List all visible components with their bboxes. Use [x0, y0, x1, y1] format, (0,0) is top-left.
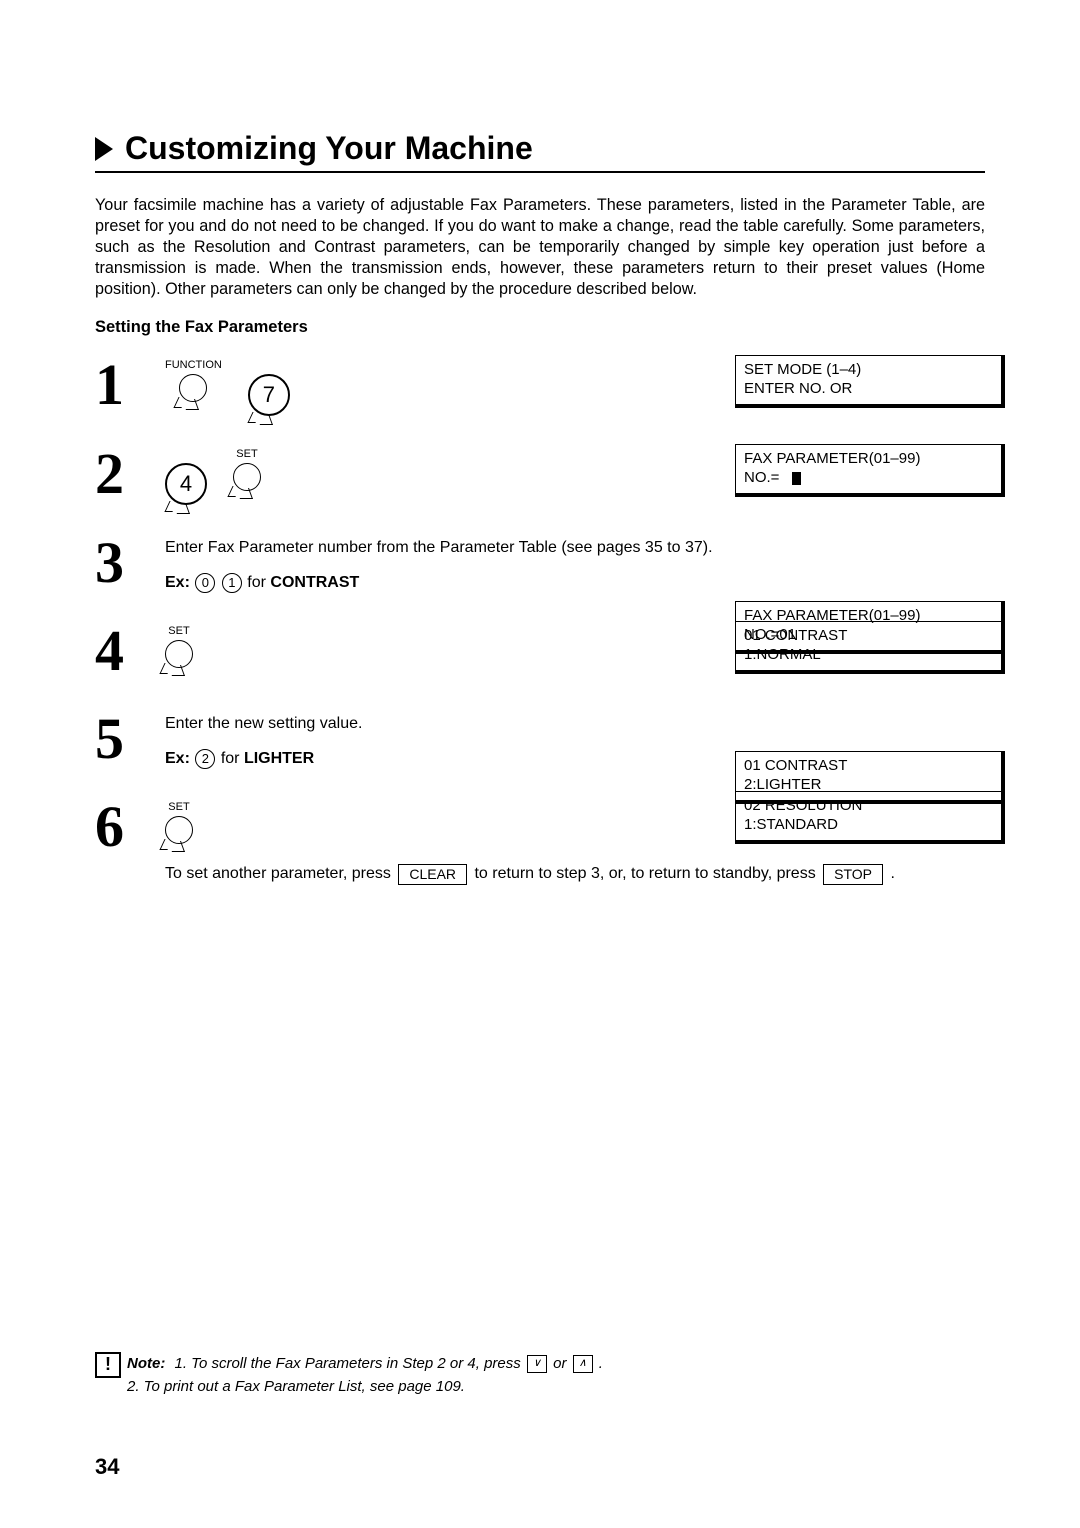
step5-text: Enter the new setting value. — [165, 713, 985, 735]
key-4-button[interactable]: 4 — [165, 448, 207, 505]
lcd2-line1: FAX PARAMETER(01–99) — [744, 450, 920, 467]
step-number: 6 — [95, 797, 165, 886]
set-label: SET — [168, 625, 189, 637]
ex-for: for — [221, 750, 244, 767]
lcd4-line1: 01 CONTRAST — [744, 627, 847, 644]
lcd-display-6: 02 RESOLUTION 1:STANDARD — [735, 791, 1005, 844]
set-button[interactable]: SET — [165, 801, 193, 844]
step-number: 3 — [95, 533, 165, 593]
note-1a: 1. To scroll the Fax Parameters in Step … — [175, 1355, 525, 1372]
lcd2-line2-prefix: NO.= — [744, 469, 779, 486]
triangle-icon — [95, 137, 113, 161]
down-key-icon: ∨ — [527, 1355, 547, 1373]
step3-text: Enter Fax Parameter number from the Para… — [165, 537, 985, 559]
step-3: 3 Enter Fax Parameter number from the Pa… — [95, 533, 985, 593]
function-button[interactable]: FUNCTION — [165, 359, 222, 402]
set-label: SET — [236, 448, 257, 460]
cursor-icon — [792, 472, 801, 485]
title-bar: Customizing Your Machine — [95, 130, 985, 173]
ex-word: LIGHTER — [244, 750, 314, 767]
note-block: ! Note: 1. To scroll the Fax Parameters … — [95, 1352, 603, 1399]
lcd5-line1: 01 CONTRAST — [744, 757, 847, 774]
lcd1-line1: SET MODE (1–4) — [744, 361, 861, 378]
note-1c: . — [599, 1355, 603, 1372]
note-label: Note: — [127, 1355, 165, 1372]
key-4-label: 4 — [165, 463, 207, 505]
lcd6-line2: 1:STANDARD — [744, 816, 993, 835]
step-number: 4 — [95, 621, 165, 681]
step-5: 5 Enter the new setting value. Ex: 2 for… — [95, 709, 985, 769]
step6-text-c: . — [890, 865, 894, 882]
lcd6-line1: 02 RESOLUTION — [744, 797, 862, 814]
step-number: 1 — [95, 355, 165, 416]
lcd-display-1: SET MODE (1–4) ENTER NO. OR — [735, 355, 1005, 408]
lcd4-line2: 1:NORMAL — [744, 646, 993, 665]
ex-word: CONTRAST — [270, 574, 359, 591]
step-2: 2 4 SET FAX PARAMETER(01–99) NO.= — [95, 444, 985, 505]
function-label: FUNCTION — [165, 359, 222, 371]
page-number: 34 — [95, 1454, 119, 1480]
key-1-icon: 1 — [222, 573, 242, 593]
key-2-icon: 2 — [195, 749, 215, 769]
step-4: 4 SET 01 CONTRAST 1:NORMAL — [95, 621, 985, 681]
set-button[interactable]: SET — [165, 625, 193, 668]
ex-label: Ex: — [165, 750, 190, 767]
note-2: 2. To print out a Fax Parameter List, se… — [127, 1378, 465, 1395]
info-icon: ! — [95, 1352, 121, 1378]
lcd1-line2: ENTER NO. OR — [744, 380, 993, 399]
clear-key: CLEAR — [398, 864, 467, 885]
note-1b: or — [553, 1355, 571, 1372]
key-0-icon: 0 — [195, 573, 215, 593]
intro-paragraph: Your facsimile machine has a variety of … — [95, 195, 985, 300]
lcd-display-4: 01 CONTRAST 1:NORMAL — [735, 621, 1005, 674]
set-label: SET — [168, 801, 189, 813]
step-number: 2 — [95, 444, 165, 505]
step-1: 1 FUNCTION 7 SET MODE (1–4) ENTER NO. OR — [95, 355, 985, 416]
step6-text-a: To set another parameter, press — [165, 865, 395, 882]
ex-label: Ex: — [165, 574, 190, 591]
step-number: 5 — [95, 709, 165, 769]
lcd-display-2: FAX PARAMETER(01–99) NO.= — [735, 444, 1005, 497]
step6-text-b: to return to step 3, or, to return to st… — [474, 865, 820, 882]
stop-key: STOP — [823, 864, 883, 885]
section-subhead: Setting the Fax Parameters — [95, 318, 985, 337]
page-title: Customizing Your Machine — [125, 130, 533, 167]
ex-for: for — [247, 574, 270, 591]
step-6: 6 SET To set another parameter, press CL… — [95, 797, 985, 886]
key-7-label: 7 — [248, 374, 290, 416]
set-button[interactable]: SET — [233, 448, 261, 491]
key-7-button[interactable]: 7 — [248, 359, 290, 416]
up-key-icon: ∧ — [573, 1355, 593, 1373]
